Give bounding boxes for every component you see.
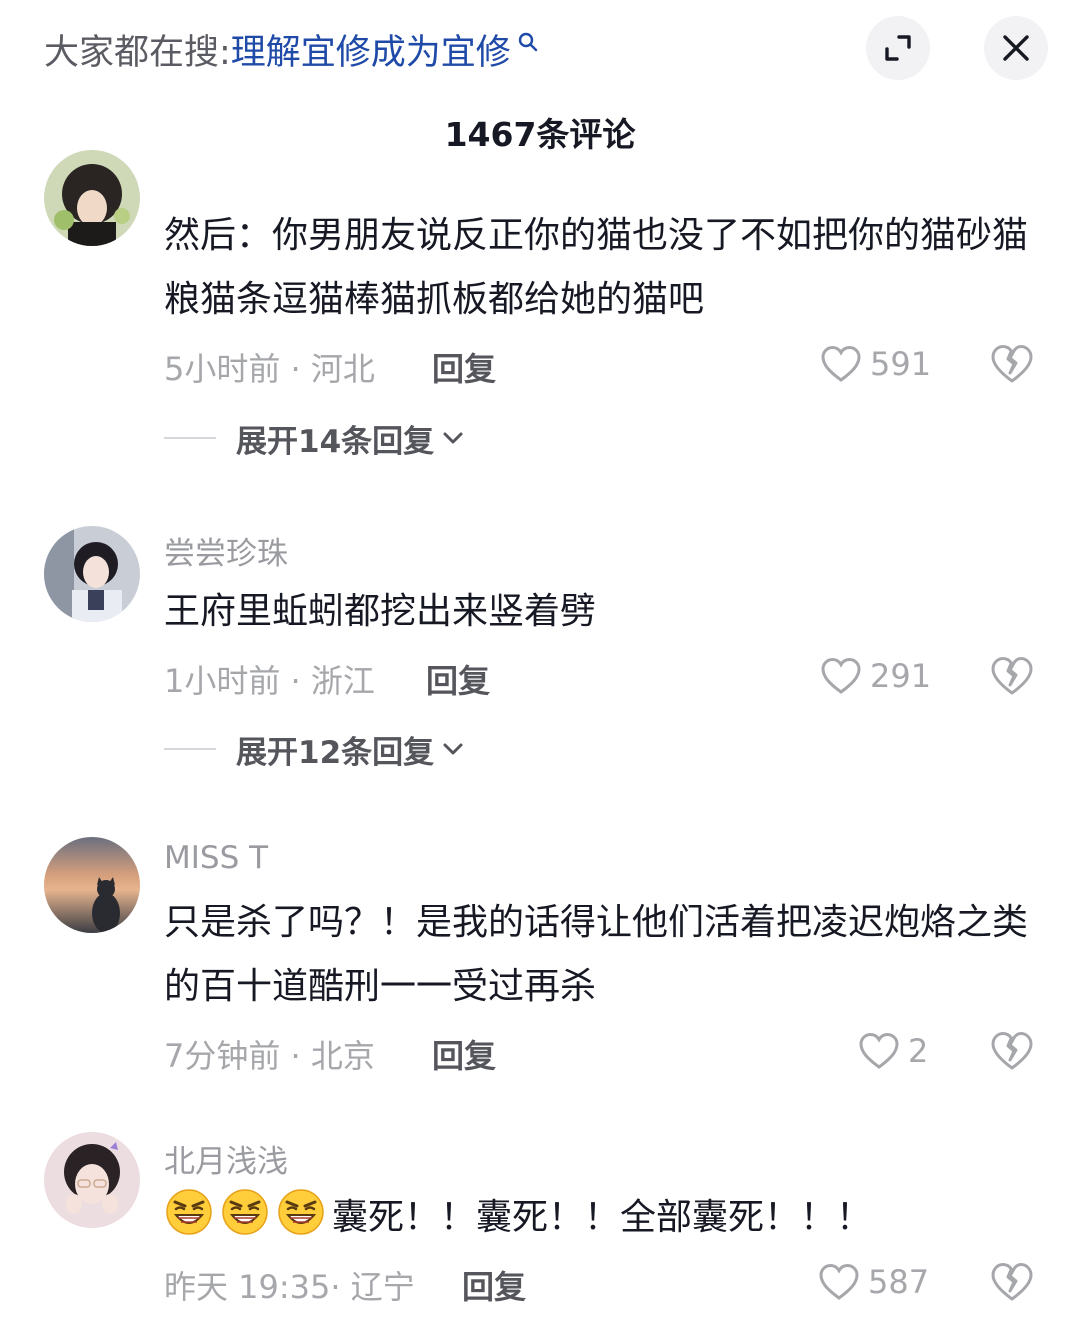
- search-suggestion-term[interactable]: 理解宜修成为宜修: [231, 24, 511, 75]
- expand-replies-label: 展开12条回复: [236, 734, 435, 771]
- like-count: 2: [908, 1032, 929, 1070]
- heart-icon: [821, 345, 861, 382]
- search-icon: [518, 32, 538, 52]
- expand-replies-button[interactable]: 展开12条回复: [164, 727, 464, 771]
- comments-panel: 大家都在搜: 理解宜修成为宜修 1467条评论 然后：你男朋友说反正你的猫也没了…: [0, 0, 1080, 1318]
- avatar-image: [44, 150, 140, 246]
- expand-button[interactable]: [866, 16, 930, 80]
- expand-icon: [885, 35, 911, 61]
- avatar[interactable]: [44, 837, 140, 933]
- expand-replies-button[interactable]: 展开14条回复: [164, 416, 464, 460]
- like-count: 591: [870, 345, 932, 383]
- reply-button[interactable]: 回复: [432, 344, 496, 390]
- like-button[interactable]: 591: [820, 342, 931, 386]
- username[interactable]: MISS T: [164, 840, 268, 876]
- close-icon: [1003, 35, 1029, 61]
- heart-icon: [821, 657, 861, 694]
- avatar-image: [44, 837, 140, 933]
- search-suggestion-prefix: 大家都在搜:: [44, 32, 231, 73]
- avatar[interactable]: [44, 1132, 140, 1228]
- comment-meta: 昨天 19:35· 辽宁: [164, 1268, 415, 1306]
- reply-button[interactable]: 回复: [426, 656, 490, 702]
- comment-meta: 5小时前 · 河北: [164, 350, 375, 388]
- like-button[interactable]: 291: [820, 654, 931, 698]
- username[interactable]: 尝尝珍珠: [164, 528, 288, 573]
- comment-text: 然后：你男朋友说反正你的猫也没了不如把你的猫砂猫粮猫条逗猫棒猫抓板都给她的猫吧: [164, 215, 1029, 320]
- broken-heart-icon[interactable]: [990, 343, 1034, 385]
- angry-laugh-emoji: [278, 1189, 324, 1235]
- chevron-down-icon: [443, 432, 463, 444]
- chevron-down-icon: [443, 743, 463, 755]
- expand-replies-label: 展开14条回复: [236, 423, 435, 460]
- like-button[interactable]: 587: [818, 1260, 929, 1304]
- divider-line: [164, 437, 216, 439]
- angry-laugh-emoji: [222, 1189, 268, 1235]
- comment-count-title: 1467条评论: [444, 115, 636, 154]
- reply-button[interactable]: 回复: [462, 1262, 526, 1308]
- like-count: 291: [870, 657, 932, 695]
- avatar-image: [44, 526, 140, 622]
- angry-laugh-emoji: [166, 1189, 212, 1235]
- reply-button[interactable]: 回复: [432, 1031, 496, 1077]
- username[interactable]: 北月浅浅: [164, 1136, 288, 1181]
- comment-text: 囊死！！囊死！！全部囊死！！！: [332, 1197, 873, 1238]
- divider-line: [164, 748, 216, 750]
- comment-text-row: 囊死！！囊死！！全部囊死！！！: [164, 1186, 1044, 1250]
- comment-meta: 7分钟前 · 北京: [164, 1037, 375, 1075]
- like-button[interactable]: 2: [858, 1029, 928, 1073]
- comment-meta: 1小时前 · 浙江: [164, 662, 375, 700]
- broken-heart-icon[interactable]: [990, 1030, 1034, 1072]
- broken-heart-icon[interactable]: [990, 655, 1034, 697]
- close-button[interactable]: [984, 16, 1048, 80]
- avatar[interactable]: [44, 526, 140, 622]
- comment-text: 只是杀了吗？！是我的话得让他们活着把凌迟炮烙之类的百十道酷刑一一受过再杀: [164, 902, 1029, 1007]
- heart-icon: [859, 1032, 899, 1069]
- broken-heart-icon[interactable]: [990, 1261, 1034, 1303]
- avatar[interactable]: [44, 150, 140, 246]
- heart-icon: [819, 1263, 859, 1300]
- like-count: 587: [868, 1263, 930, 1301]
- search-suggestion[interactable]: 大家都在搜: 理解宜修成为宜修: [44, 22, 541, 76]
- avatar-image: [44, 1132, 140, 1228]
- comment-text: 王府里蚯蚓都挖出来竖着劈: [164, 591, 597, 632]
